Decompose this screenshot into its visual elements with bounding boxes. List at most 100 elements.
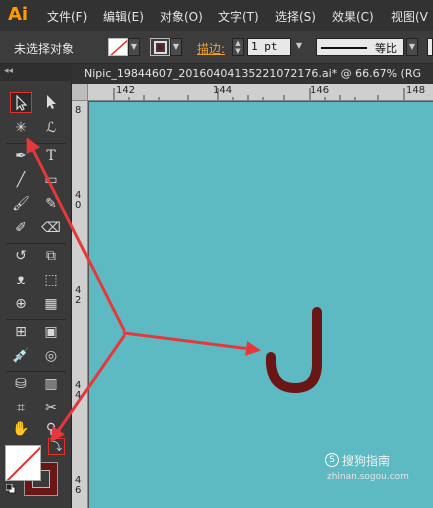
scale-icon: ⧉ — [46, 248, 56, 264]
scale-tool[interactable]: ⧉ — [40, 246, 62, 267]
warp-icon: ᴥ — [16, 272, 26, 288]
pen-icon: ✒ — [15, 148, 27, 164]
no-fill-icon — [6, 446, 40, 480]
rotate-tool[interactable]: ↺ — [10, 246, 32, 267]
slice-tool[interactable]: ✂ — [40, 398, 62, 419]
stroke-label[interactable]: 描边: — [197, 40, 225, 57]
collapse-icon[interactable]: ◂◂ — [4, 66, 13, 76]
mesh-icon: ⊞ — [15, 324, 27, 340]
blend-icon: ◎ — [44, 348, 58, 364]
symbol-sprayer-tool[interactable]: ⛁ — [10, 374, 32, 395]
profile-dropdown[interactable]: ▼ — [406, 38, 418, 56]
watermark-text: 搜狗指南 — [342, 454, 391, 468]
variable-width-profile[interactable]: 等比 — [316, 38, 404, 56]
menu-edit[interactable]: 编辑(E) — [103, 8, 144, 25]
pencil-tool[interactable]: ✎ — [40, 194, 62, 215]
stroke-weight-dropdown[interactable]: ▼ — [293, 38, 305, 56]
arrow-up-icon: ▲ — [235, 39, 241, 47]
document-tab[interactable]: Nipic_19844607_20160404135221072176.ai* … — [72, 64, 433, 84]
eyedropper-tool[interactable]: 💉 — [10, 346, 32, 367]
menu-file[interactable]: 文件(F) — [47, 8, 87, 25]
warp-tool[interactable]: ᴥ — [10, 270, 32, 291]
rotate-icon: ↺ — [15, 248, 27, 264]
default-colors-icon[interactable] — [6, 484, 16, 494]
stroke-color-swatch[interactable] — [150, 38, 170, 56]
menu-select[interactable]: 选择(S) — [275, 8, 316, 25]
app-logo: Ai — [8, 4, 29, 25]
hook-shape — [266, 307, 322, 393]
ruler-label: 4 2 — [75, 285, 82, 306]
brush-definition-field[interactable] — [427, 38, 433, 56]
gradient-tool[interactable]: ▣ — [40, 322, 62, 343]
stroke-weight-stepper[interactable]: ▲ ▼ — [232, 38, 244, 56]
ruler-label: 4 0 — [75, 190, 82, 211]
artboard-canvas[interactable]: S 搜狗指南 zhinan.sogou.com — [89, 102, 433, 508]
tools-panel-header[interactable]: ◂◂ — [0, 64, 72, 81]
ruler-label: 4 6 — [75, 475, 82, 496]
free-transform-tool[interactable]: ⬚ — [40, 270, 62, 291]
zoom-tool[interactable]: ⚲ — [40, 419, 62, 440]
eyedropper-icon: 💉 — [12, 348, 30, 364]
sogou-logo-icon: S — [325, 453, 339, 467]
menu-type[interactable]: 文字(T) — [218, 8, 259, 25]
menu-object[interactable]: 对象(O) — [160, 8, 203, 25]
chevron-down-icon: ▼ — [408, 42, 416, 51]
eraser-tool[interactable]: ⌫ — [40, 218, 62, 239]
fill-color-swatch[interactable] — [108, 38, 128, 56]
lasso-tool[interactable]: ℒ — [40, 118, 62, 139]
control-bar: 未选择对象 ▼ ▼ 描边: ▲ ▼ 1 pt ▼ 等比 ▼ — [0, 31, 433, 64]
pencil-icon: ✎ — [45, 196, 57, 212]
menu-effect[interactable]: 效果(C) — [332, 8, 374, 25]
document-title: Nipic_19844607_20160404135221072176.ai* … — [84, 67, 422, 80]
selection-tool[interactable] — [10, 92, 32, 113]
symbol-sprayer-icon: ⛁ — [15, 376, 27, 392]
direct-selection-tool[interactable] — [40, 92, 62, 113]
menu-bar: Ai 文件(F) 编辑(E) 对象(O) 文字(T) 选择(S) 效果(C) 视… — [0, 0, 433, 31]
divider — [6, 371, 66, 372]
profile-label: 等比 — [375, 42, 397, 55]
chevron-down-icon: ▼ — [295, 41, 303, 50]
vertical-ruler[interactable]: 8 4 0 4 2 4 4 4 6 — [72, 101, 88, 508]
horizontal-ruler[interactable]: 142 144 146 148 — [88, 84, 433, 101]
free-transform-icon: ⬚ — [44, 272, 58, 288]
ruler-label: 8 — [75, 105, 82, 116]
pen-tool[interactable]: ✒ — [10, 146, 32, 167]
arrow-down-icon: ▼ — [235, 47, 241, 55]
line-segment-tool[interactable]: ╱ — [10, 170, 32, 191]
line-icon: ╱ — [16, 172, 26, 188]
artboard-tool[interactable]: ⌗ — [10, 398, 32, 419]
slice-icon: ✂ — [45, 400, 57, 416]
hand-tool[interactable]: ✋ — [10, 419, 32, 440]
ruler-label: 4 4 — [75, 380, 82, 401]
swap-fill-stroke-icon[interactable]: ⤵ — [48, 438, 65, 455]
direct-selection-arrow-icon — [47, 95, 56, 109]
perspective-grid-tool[interactable]: ▦ — [40, 294, 62, 315]
shape-builder-icon: ⊕ — [15, 296, 27, 312]
column-graph-tool[interactable]: ▥ — [40, 374, 62, 395]
type-tool[interactable]: T — [40, 146, 62, 167]
fill-color-box[interactable] — [5, 445, 41, 481]
shape-builder-tool[interactable]: ⊕ — [10, 294, 32, 315]
ruler-ticks — [113, 88, 405, 100]
divider — [6, 143, 66, 144]
stroke-dropdown-button[interactable]: ▼ — [170, 38, 182, 56]
ruler-label: 142 — [116, 85, 136, 96]
stroke-weight-field[interactable]: 1 pt — [247, 38, 291, 56]
fill-dropdown-button[interactable]: ▼ — [128, 38, 140, 56]
artwork — [266, 307, 322, 393]
eraser-icon: ⌫ — [41, 220, 61, 236]
paintbrush-tool[interactable]: 🖌 — [10, 194, 32, 215]
lasso-icon: ℒ — [45, 120, 57, 136]
magic-wand-icon: ✳ — [15, 120, 27, 136]
blob-brush-tool[interactable]: ✐ — [10, 218, 32, 239]
rectangle-tool[interactable]: ▭ — [40, 170, 62, 191]
ruler-origin[interactable] — [72, 84, 88, 101]
stroke-square-icon — [154, 41, 167, 54]
selection-arrow-icon — [16, 95, 28, 111]
blend-tool[interactable]: ◎ — [40, 346, 62, 367]
gradient-icon: ▣ — [44, 324, 58, 340]
menu-view[interactable]: 视图(V — [391, 8, 428, 25]
column-graph-icon: ▥ — [44, 376, 58, 392]
magic-wand-tool[interactable]: ✳ — [10, 118, 32, 139]
mesh-tool[interactable]: ⊞ — [10, 322, 32, 343]
